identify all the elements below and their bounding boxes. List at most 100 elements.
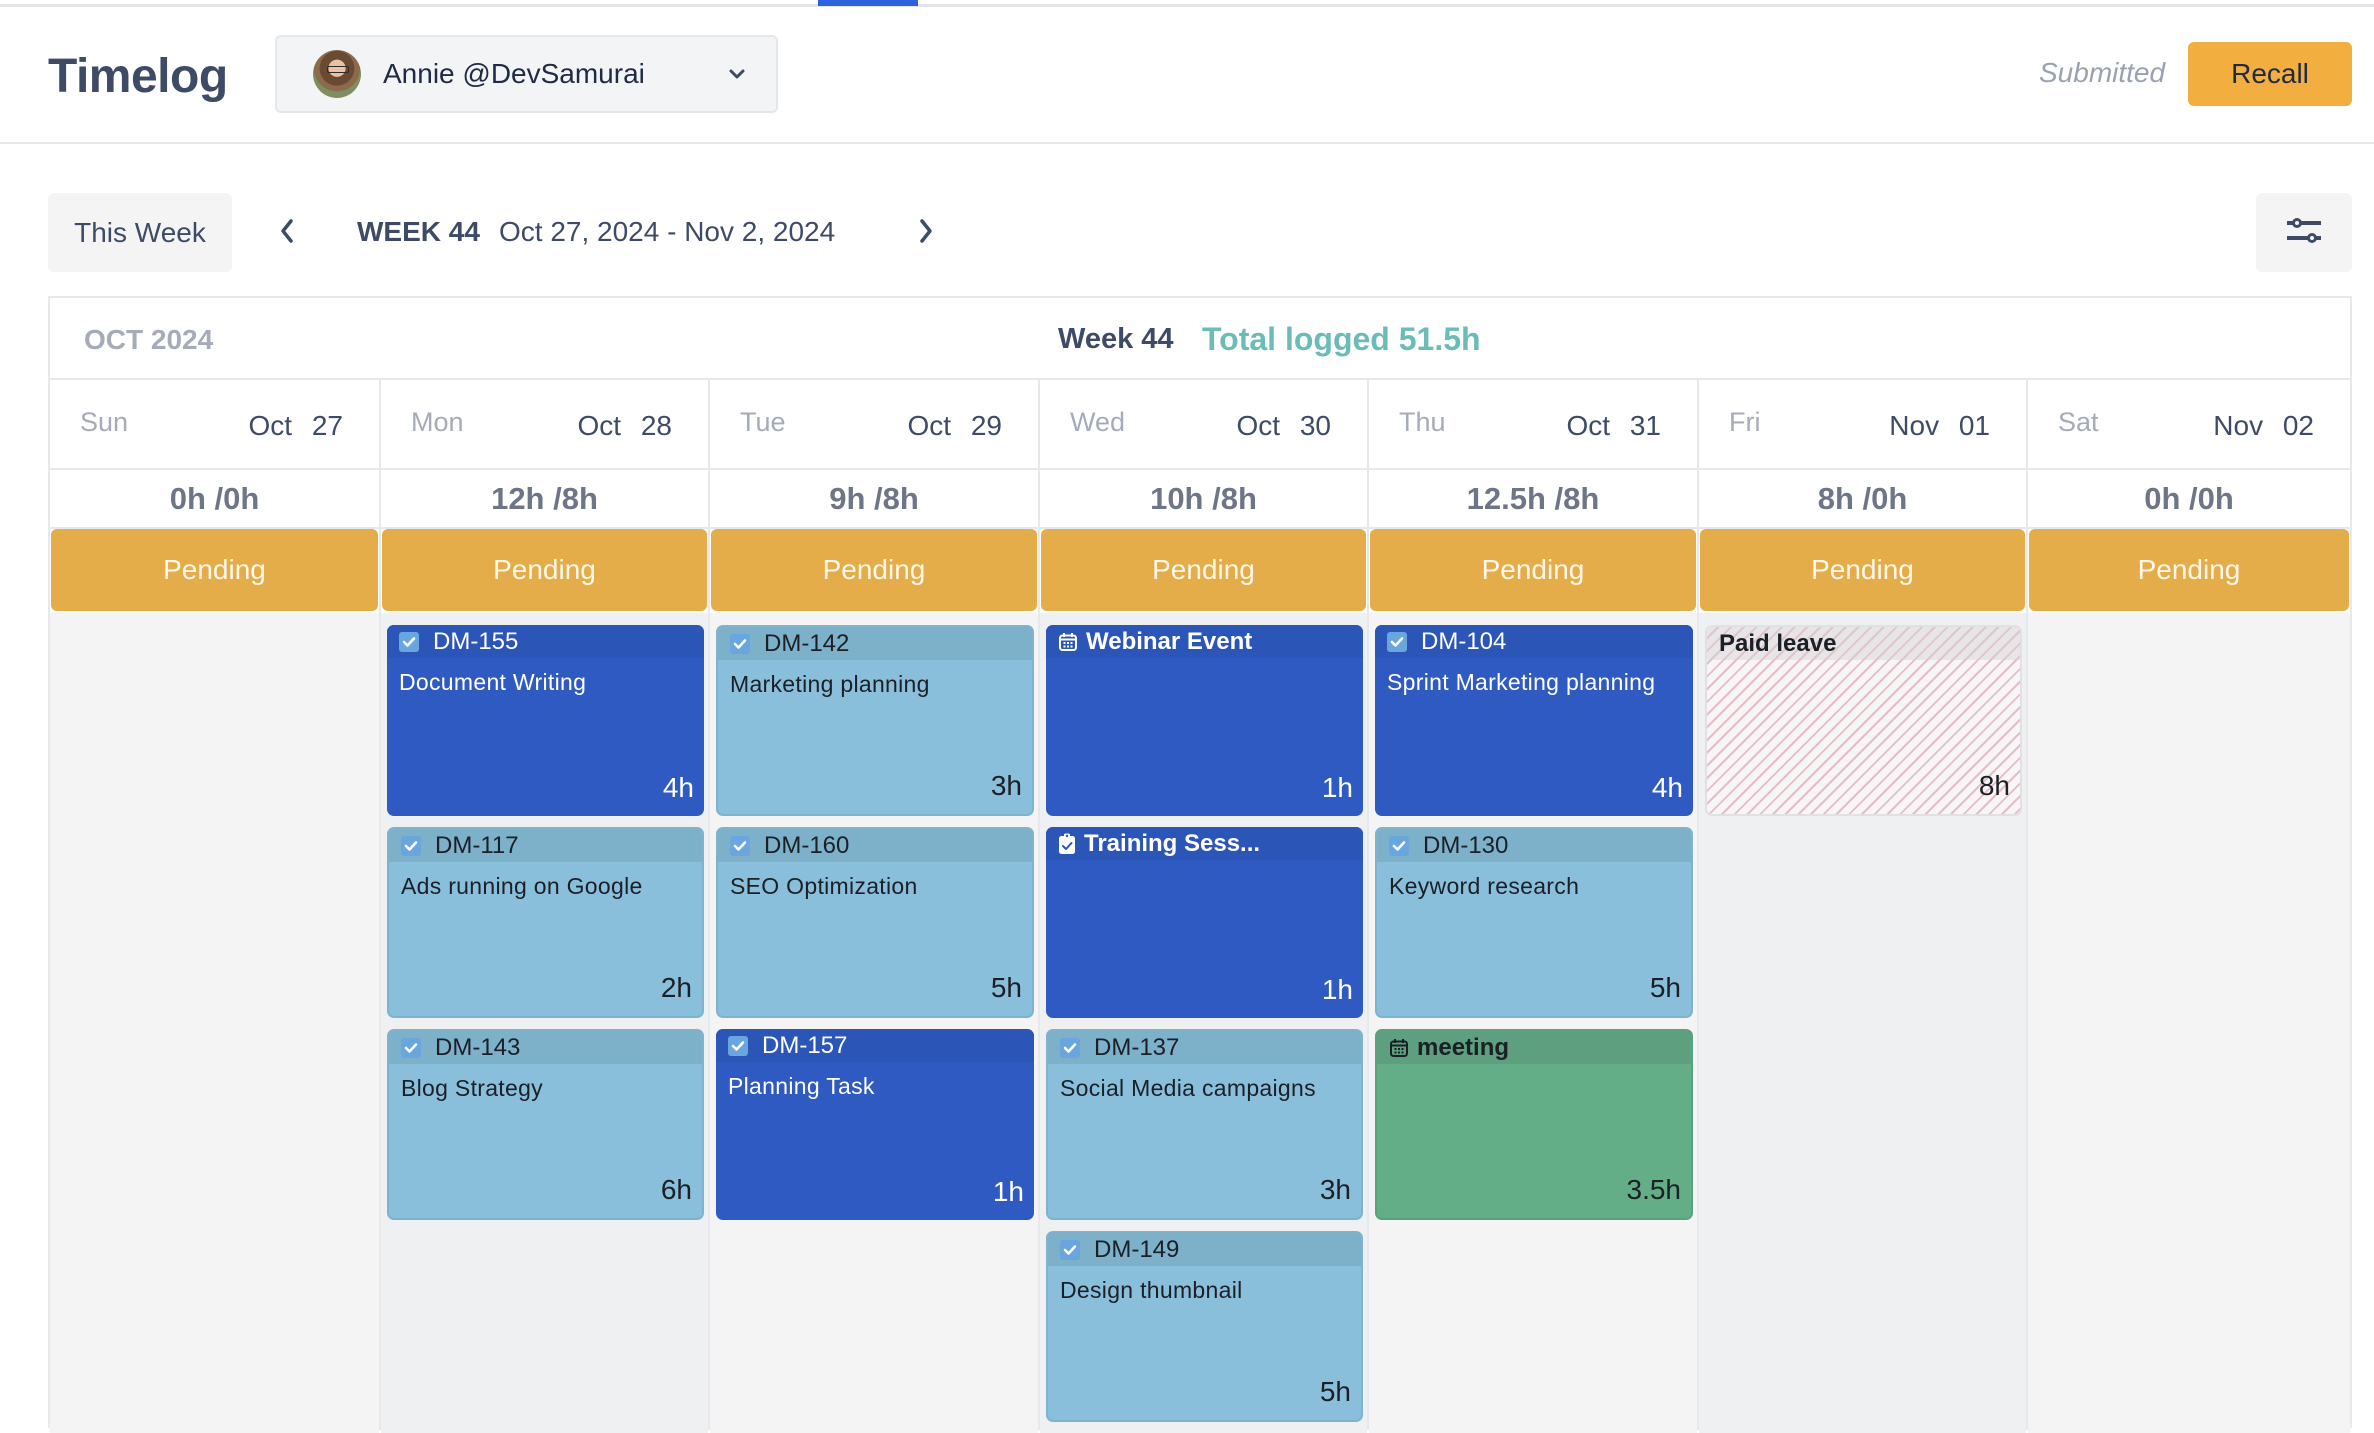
this-week-button[interactable]: This Week: [48, 193, 232, 272]
entry-title: [1377, 1064, 1691, 1070]
entry-header: DM-117: [389, 829, 702, 862]
entry-title: [1046, 860, 1363, 866]
leave-entry-card[interactable]: Paid leave 8h: [1705, 625, 2022, 816]
month-label: OCT 2024: [84, 324, 214, 355]
calendar-summary-row: OCT 2024 Week 44 Total logged 51.5h: [50, 298, 2350, 380]
entry-header: DM-137: [1048, 1031, 1361, 1064]
task-checkbox-icon: [730, 835, 750, 856]
task-entry-card[interactable]: DM-160 SEO Optimization 5h: [716, 827, 1034, 1018]
day-header: Fri Nov 01: [1699, 380, 2026, 470]
entry-header: DM-155: [387, 625, 704, 658]
day-entries-area[interactable]: DM-104 Sprint Marketing planning 4h DM-130 K…: [1369, 613, 1697, 1433]
entry-key: DM-130: [1423, 831, 1509, 859]
entry-hours: 1h: [1321, 772, 1353, 803]
entry-key: meeting: [1417, 1033, 1510, 1061]
entry-title: Ads running on Google: [401, 873, 643, 899]
entry-title: Design thumbnail: [1060, 1277, 1243, 1303]
day-name: Thu: [1399, 407, 1446, 437]
event-entry-card[interactable]: meeting 3.5h: [1375, 1029, 1693, 1220]
chevron-down-icon: [728, 65, 746, 83]
entry-header: Webinar Event: [1046, 625, 1363, 658]
task-checkbox-icon: [1060, 1037, 1080, 1058]
day-column-wed: Wed Oct 30 10h /8h Pending Webinar Event 1h Tr…: [1040, 380, 1369, 1433]
entry-hours: 1h: [992, 1176, 1024, 1207]
task-checkbox-icon: [1387, 631, 1407, 652]
entry-header: DM-149: [1048, 1233, 1361, 1266]
next-week-button[interactable]: [911, 213, 941, 253]
day-hours-summary: 0h /0h: [50, 470, 379, 529]
day-entries-area[interactable]: DM-142 Marketing planning 3h DM-160 SEO Opti…: [710, 613, 1038, 1433]
entry-header: DM-160: [718, 829, 1032, 862]
week-date-range: Oct 27, 2024 - Nov 2, 2024: [499, 216, 836, 247]
previous-week-button[interactable]: [272, 213, 302, 253]
day-status-badge[interactable]: Pending: [51, 529, 378, 611]
calendar-icon: [1058, 632, 1078, 652]
day-entries-area[interactable]: [2028, 613, 2350, 1433]
day-entries-area[interactable]: Webinar Event 1h Training Sess... 1h DM-137 S…: [1040, 613, 1367, 1433]
calendar-icon: [1389, 1038, 1409, 1058]
task-entry-card[interactable]: DM-155 Document Writing 4h: [387, 625, 704, 816]
day-entries-area[interactable]: [50, 613, 379, 1433]
day-hours-summary: 10h /8h: [1040, 470, 1367, 529]
day-name: Sat: [2058, 407, 2099, 437]
entry-hours: 2h: [660, 972, 692, 1003]
day-header: Mon Oct 28: [381, 380, 708, 470]
event-entry-card[interactable]: Training Sess... 1h: [1046, 827, 1363, 1018]
day-date: Oct 30: [1236, 410, 1331, 441]
day-entries-area[interactable]: DM-155 Document Writing 4h DM-117 Ads runnin…: [381, 613, 708, 1433]
entry-title: Planning Task: [728, 1073, 875, 1099]
day-status-badge[interactable]: Pending: [2029, 529, 2349, 611]
task-entry-card[interactable]: DM-157 Planning Task 1h: [716, 1029, 1034, 1220]
user-select-dropdown[interactable]: Annie @DevSamurai: [275, 35, 778, 113]
task-entry-card[interactable]: DM-104 Sprint Marketing planning 4h: [1375, 625, 1693, 816]
task-entry-card[interactable]: DM-142 Marketing planning 3h: [716, 625, 1034, 816]
task-entry-card[interactable]: DM-130 Keyword research 5h: [1375, 827, 1693, 1018]
sliders-icon: [2284, 214, 2324, 251]
recall-button[interactable]: Recall: [2188, 42, 2352, 106]
week-number-label: WEEK 44: [357, 216, 480, 247]
day-status-badge[interactable]: Pending: [711, 529, 1037, 611]
task-entry-card[interactable]: DM-137 Social Media campaigns 3h: [1046, 1029, 1363, 1220]
entry-title: Sprint Marketing planning: [1387, 669, 1656, 695]
entry-header: DM-157: [716, 1029, 1034, 1062]
entry-key: DM-157: [762, 1031, 848, 1059]
entry-hours: 1h: [1321, 974, 1353, 1005]
entry-key: DM-142: [764, 629, 850, 657]
day-status-badge[interactable]: Pending: [382, 529, 707, 611]
page-title: Timelog: [48, 50, 228, 103]
day-column-tue: Tue Oct 29 9h /8h Pending DM-142 Marketing pl…: [710, 380, 1040, 1433]
event-entry-card[interactable]: Webinar Event 1h: [1046, 625, 1363, 816]
day-header: Tue Oct 29: [710, 380, 1038, 470]
day-status-badge[interactable]: Pending: [1700, 529, 2025, 611]
task-entry-card[interactable]: DM-117 Ads running on Google 2h: [387, 827, 704, 1018]
entry-hours: 3.5h: [1626, 1174, 1682, 1205]
entry-key: DM-117: [435, 831, 519, 859]
chevron-left-icon: [279, 218, 295, 249]
day-date: Oct 31: [1566, 410, 1661, 441]
active-tab-indicator: [818, 0, 918, 6]
day-header: Sun Oct 27: [50, 380, 379, 470]
filter-settings-button[interactable]: [2256, 193, 2352, 272]
day-status-badge[interactable]: Pending: [1370, 529, 1696, 611]
day-status-badge[interactable]: Pending: [1041, 529, 1366, 611]
day-date: Oct 28: [577, 410, 672, 441]
entry-key: Paid leave: [1719, 629, 1837, 657]
day-hours-summary: 9h /8h: [710, 470, 1038, 529]
entry-key: DM-160: [764, 831, 850, 859]
entry-key: DM-149: [1094, 1235, 1180, 1263]
entry-title: Document Writing: [399, 669, 587, 695]
entry-header: DM-104: [1375, 625, 1693, 658]
entry-hours: 5h: [1649, 972, 1681, 1003]
day-name: Tue: [740, 407, 786, 437]
entry-hours: 5h: [990, 972, 1022, 1003]
task-entry-card[interactable]: DM-149 Design thumbnail 5h: [1046, 1231, 1363, 1422]
entry-title: Marketing planning: [730, 671, 930, 697]
entry-key: DM-104: [1421, 627, 1507, 655]
entry-hours: 3h: [1319, 1174, 1351, 1205]
day-entries-area[interactable]: Paid leave 8h: [1699, 613, 2026, 1433]
day-name: Fri: [1729, 407, 1761, 437]
entry-key: DM-143: [435, 1033, 521, 1061]
task-entry-card[interactable]: DM-143 Blog Strategy 6h: [387, 1029, 704, 1220]
entry-key: DM-155: [433, 627, 519, 655]
day-name: Sun: [80, 407, 129, 437]
